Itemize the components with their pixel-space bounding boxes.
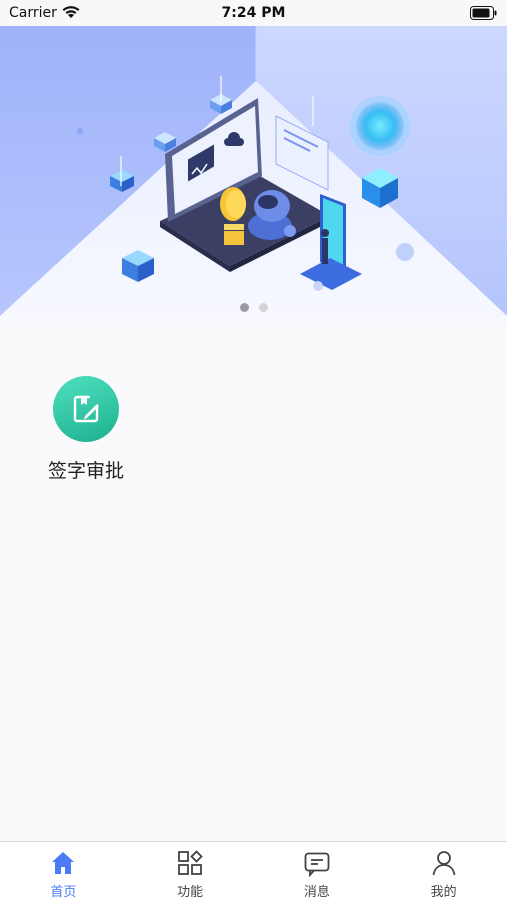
home-icon	[52, 852, 75, 874]
sign-approval-entry[interactable]: 签字审批	[40, 376, 132, 483]
tab-messages[interactable]: 消息	[254, 842, 381, 900]
tab-messages-label: 消息	[303, 885, 330, 900]
tab-home-label: 首页	[50, 885, 77, 900]
tab-profile-label: 我的	[430, 885, 457, 900]
carousel-dot[interactable]	[258, 303, 268, 312]
tab-features-label: 功能	[177, 885, 204, 900]
sign-approval-label[interactable]: 签字审批	[40, 456, 132, 483]
tab-home[interactable]: 首页	[0, 842, 127, 900]
message-icon	[304, 852, 330, 877]
tab-bar: 首页 功能 消息 我的	[0, 841, 507, 900]
grid-icon	[178, 850, 203, 875]
carousel-indicator	[0, 303, 507, 312]
carousel-dot[interactable]	[239, 303, 249, 312]
banner-carousel[interactable]	[0, 26, 507, 326]
status-bar: Carrier 7:24 PM	[0, 0, 507, 26]
clock: 7:24 PM	[221, 5, 286, 21]
banner-illustration	[0, 26, 507, 326]
sign-edit-icon	[73, 395, 99, 423]
tab-profile[interactable]: 我的	[380, 842, 507, 900]
battery-icon	[470, 6, 497, 20]
sign-approval-icon-circle[interactable]	[53, 376, 119, 442]
tab-features[interactable]: 功能	[127, 842, 254, 900]
user-icon	[432, 851, 456, 876]
